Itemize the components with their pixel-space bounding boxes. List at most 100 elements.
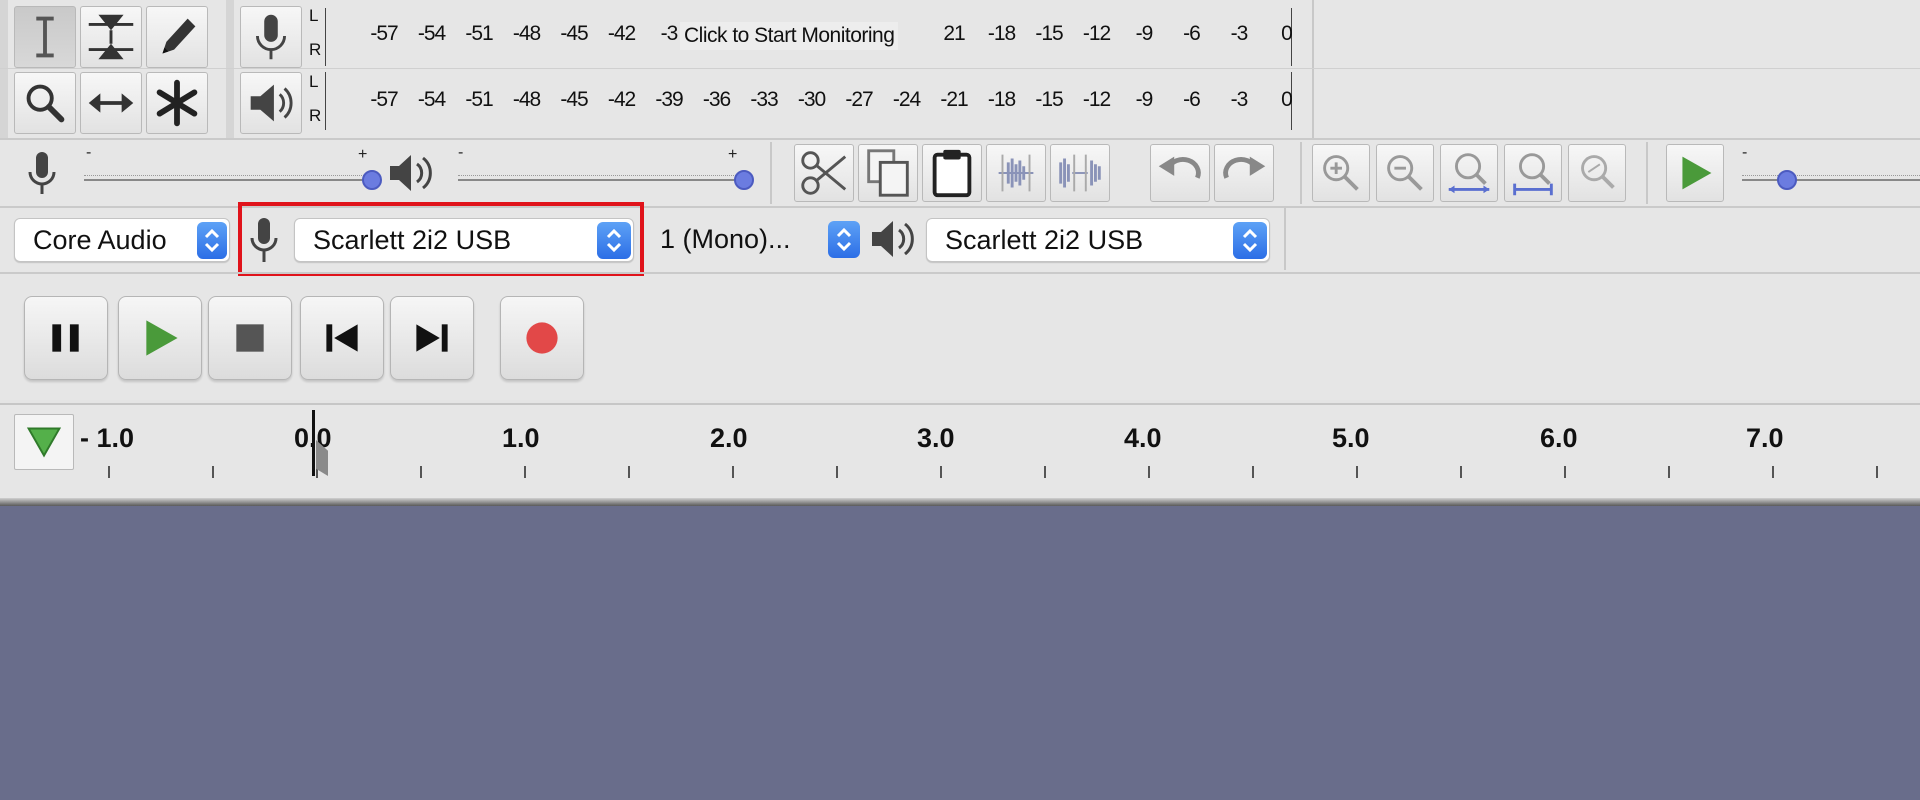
playback-meter-tick: -9	[1135, 88, 1154, 111]
stop-button[interactable]	[208, 296, 292, 380]
skip-to-end-button[interactable]	[390, 296, 474, 380]
select-arrows-icon	[828, 221, 860, 258]
record-meter-tick: -45	[560, 22, 588, 45]
playback-device-value: Scarlett 2i2 USB	[945, 225, 1144, 255]
ruler-tick	[1460, 466, 1462, 478]
playback-volume-knob[interactable]	[734, 170, 754, 190]
playback-volume-min: -	[458, 144, 464, 161]
playback-volume-slider[interactable]	[458, 179, 744, 181]
undo-button[interactable]	[1150, 144, 1210, 202]
double-arrow-icon	[88, 93, 134, 113]
skip-to-start-icon	[326, 324, 358, 352]
playback-meter-tick: -51	[465, 88, 493, 111]
trim-audio-button[interactable]	[986, 144, 1046, 202]
start-monitoring-label[interactable]: Click to Start Monitoring	[680, 22, 899, 50]
recording-channels-select[interactable]: 1 (Mono)...	[646, 218, 862, 262]
silence-audio-button[interactable]	[1050, 144, 1110, 202]
paste-button[interactable]	[922, 144, 982, 202]
selection-tool-button[interactable]	[14, 6, 76, 68]
triangle-down-icon	[26, 427, 62, 458]
playback-meter-tick: -45	[560, 88, 588, 111]
playback-meter-tick: -21	[940, 88, 968, 111]
playhead-line	[312, 410, 315, 476]
ruler-tick	[420, 466, 422, 478]
playback-meter-button[interactable]	[240, 72, 302, 134]
timeline-ruler[interactable]	[0, 405, 1920, 505]
playback-device-icon	[870, 216, 916, 262]
zoom-out-button[interactable]	[1376, 144, 1434, 202]
timeshift-tool-button[interactable]	[80, 72, 142, 134]
scissors-icon	[801, 151, 847, 195]
copy-button[interactable]	[858, 144, 918, 202]
cut-button[interactable]	[794, 144, 854, 202]
skip-to-start-button[interactable]	[300, 296, 384, 380]
zoom-in-icon	[1323, 155, 1359, 191]
record-button[interactable]	[500, 296, 584, 380]
record-meter-tick: -3	[660, 22, 679, 45]
multi-tool-button[interactable]	[146, 72, 208, 134]
record-meter-tick: -51	[465, 22, 493, 45]
play-at-speed-button[interactable]	[1666, 144, 1724, 202]
play-button[interactable]	[118, 296, 202, 380]
playback-meter-tick: -30	[797, 88, 826, 111]
timeline-options-button[interactable]	[14, 414, 74, 470]
record-meter-tick: -57	[370, 22, 398, 45]
playback-meter-tick: -3	[1230, 88, 1249, 111]
play-icon	[146, 320, 178, 356]
ruler-tick	[524, 466, 526, 478]
playback-meter-tick: -33	[750, 88, 778, 111]
playback-volume-icon	[386, 150, 438, 196]
stop-icon	[236, 324, 264, 352]
playback-meter-tick: -6	[1183, 88, 1201, 111]
fit-selection-button[interactable]	[1440, 144, 1498, 202]
tools-grip[interactable]	[0, 0, 8, 138]
ruler-tick	[1564, 466, 1566, 478]
track-area[interactable]	[0, 506, 1920, 800]
ruler-label: 2.0	[710, 423, 748, 453]
zoom-toggle-button[interactable]	[1568, 144, 1626, 202]
playback-device-select[interactable]: Scarlett 2i2 USB	[926, 218, 1270, 262]
playback-meter-tick: -48	[512, 88, 541, 111]
meter-grip[interactable]	[226, 0, 234, 138]
envelope-icon	[88, 14, 134, 60]
ruler-tick	[1252, 466, 1254, 478]
redo-button[interactable]	[1214, 144, 1274, 202]
record-meter-tick: 0	[1281, 22, 1293, 45]
zoom-in-button[interactable]	[1312, 144, 1370, 202]
ruler-tick	[628, 466, 630, 478]
play-speed-knob[interactable]	[1776, 170, 1797, 190]
asterisk-icon	[156, 79, 198, 127]
ruler-tick	[212, 466, 214, 478]
microphone-icon	[256, 14, 286, 60]
fit-project-button[interactable]	[1504, 144, 1562, 202]
play-icon	[1682, 156, 1712, 190]
ruler-tick	[940, 466, 942, 478]
pause-button[interactable]	[24, 296, 108, 380]
record-volume-knob[interactable]	[362, 170, 382, 190]
ruler-label: 7.0	[1746, 423, 1784, 453]
playback-meter-tick: -12	[1082, 88, 1111, 111]
zoom-out-icon	[1387, 155, 1423, 191]
record-meter-button[interactable]	[240, 6, 302, 68]
record-volume-slider[interactable]	[84, 179, 372, 181]
zoom-tool-button[interactable]	[14, 72, 76, 134]
playback-meter-tick: 0	[1281, 88, 1293, 111]
envelope-tool-button[interactable]	[80, 6, 142, 68]
playback-meter-tick: -15	[1035, 88, 1063, 111]
draw-tool-button[interactable]	[146, 6, 208, 68]
playback-meter-tick: -36	[702, 88, 731, 111]
record-meter-tick: -9	[1135, 22, 1154, 45]
copy-icon	[867, 149, 909, 197]
playback-volume-max: +	[728, 146, 738, 163]
trim-icon	[998, 154, 1034, 192]
i-beam-icon	[36, 16, 54, 58]
ruler-tick	[1876, 466, 1878, 478]
record-volume-max: +	[358, 146, 368, 163]
pencil-icon	[162, 18, 196, 54]
record-meter-tick: -18	[987, 22, 1016, 45]
audio-host-select[interactable]: Core Audio	[14, 218, 230, 262]
ruler-tick	[1772, 466, 1774, 478]
play-speed-slider[interactable]	[1742, 179, 1920, 181]
pause-icon	[52, 324, 79, 352]
record-meter-tick: -3	[1230, 22, 1249, 45]
